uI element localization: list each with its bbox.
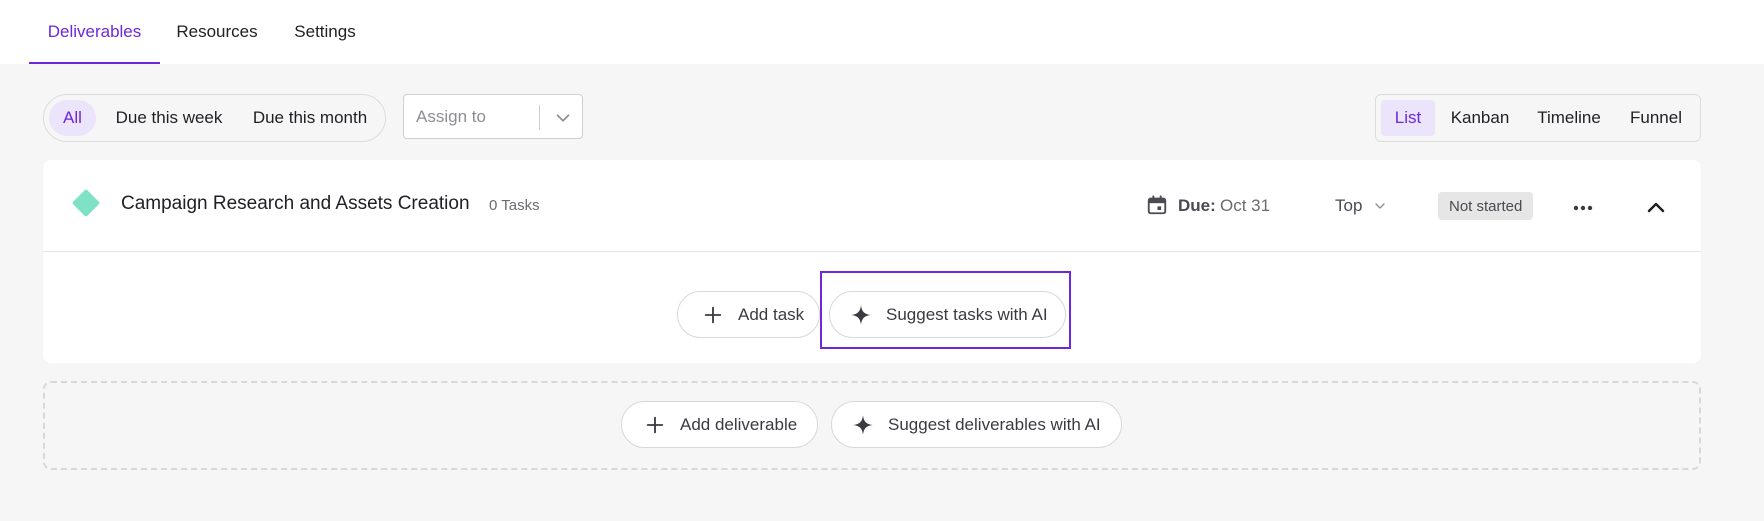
- filter-due-this-week-label: Due this week: [115, 108, 223, 127]
- tab-resources-label: Resources: [176, 22, 258, 41]
- due-filter-group: All Due this week Due this month: [43, 94, 386, 142]
- filter-due-this-month-label: Due this month: [252, 108, 368, 127]
- task-count: 0 Tasks: [489, 197, 540, 214]
- filter-due-this-month[interactable]: Due this month: [240, 100, 380, 136]
- tab-settings[interactable]: Settings: [284, 0, 366, 64]
- filter-all-label: All: [63, 108, 82, 127]
- view-switcher: List Kanban Timeline Funnel: [1375, 94, 1701, 142]
- more-icon[interactable]: [1571, 196, 1595, 220]
- calendar-icon: [1147, 195, 1167, 215]
- assign-to-select[interactable]: [403, 94, 583, 139]
- due-label: Due:: [1178, 196, 1216, 215]
- assign-to-input[interactable]: [416, 95, 536, 138]
- top-tab-bar: Deliverables Resources Settings: [0, 0, 1764, 64]
- priority-value: Top: [1335, 196, 1363, 215]
- sparkle-icon: [851, 304, 871, 325]
- chevron-up-icon[interactable]: [1644, 196, 1668, 220]
- diamond-icon: [71, 188, 101, 218]
- chevron-down-icon[interactable]: [552, 107, 574, 129]
- tab-deliverables[interactable]: Deliverables: [29, 0, 160, 64]
- suggest-deliverables-ai-button[interactable]: Suggest deliverables with AI: [831, 401, 1122, 448]
- add-task-label: Add task: [738, 304, 805, 324]
- tab-deliverables-label: Deliverables: [47, 22, 142, 41]
- view-kanban[interactable]: Kanban: [1441, 100, 1519, 136]
- view-funnel[interactable]: Funnel: [1616, 100, 1696, 136]
- add-deliverable-label: Add deliverable: [680, 414, 798, 434]
- chevron-down-icon: [1375, 203, 1386, 209]
- sparkle-icon: [853, 414, 873, 435]
- view-kanban-label: Kanban: [1450, 108, 1510, 127]
- deliverable-title[interactable]: Campaign Research and Assets Creation: [121, 193, 470, 215]
- suggest-tasks-ai-button[interactable]: Suggest tasks with AI: [829, 291, 1066, 338]
- add-task-button[interactable]: Add task: [677, 291, 820, 338]
- view-list[interactable]: List: [1381, 100, 1435, 136]
- plus-icon: [704, 306, 722, 323]
- plus-icon: [646, 416, 664, 433]
- add-deliverable-button[interactable]: Add deliverable: [621, 401, 818, 448]
- filter-due-this-week[interactable]: Due this week: [104, 100, 234, 136]
- view-timeline-label: Timeline: [1537, 108, 1601, 127]
- tab-resources[interactable]: Resources: [170, 0, 264, 64]
- view-timeline[interactable]: Timeline: [1526, 100, 1612, 136]
- status-badge[interactable]: Not started: [1438, 192, 1534, 220]
- assign-divider: [539, 105, 540, 130]
- suggest-tasks-ai-label: Suggest tasks with AI: [886, 304, 1048, 324]
- deliverable-header: Campaign Research and Assets Creation 0 …: [43, 160, 1701, 252]
- filter-all[interactable]: All: [49, 100, 96, 136]
- priority-select[interactable]: Top: [1335, 196, 1388, 216]
- view-funnel-label: Funnel: [1630, 108, 1682, 127]
- tab-settings-label: Settings: [294, 22, 356, 41]
- due-date[interactable]: Oct 31: [1220, 196, 1270, 216]
- status-label: Not started: [1449, 197, 1523, 215]
- suggest-deliverables-ai-label: Suggest deliverables with AI: [888, 414, 1101, 434]
- view-list-label: List: [1394, 108, 1422, 127]
